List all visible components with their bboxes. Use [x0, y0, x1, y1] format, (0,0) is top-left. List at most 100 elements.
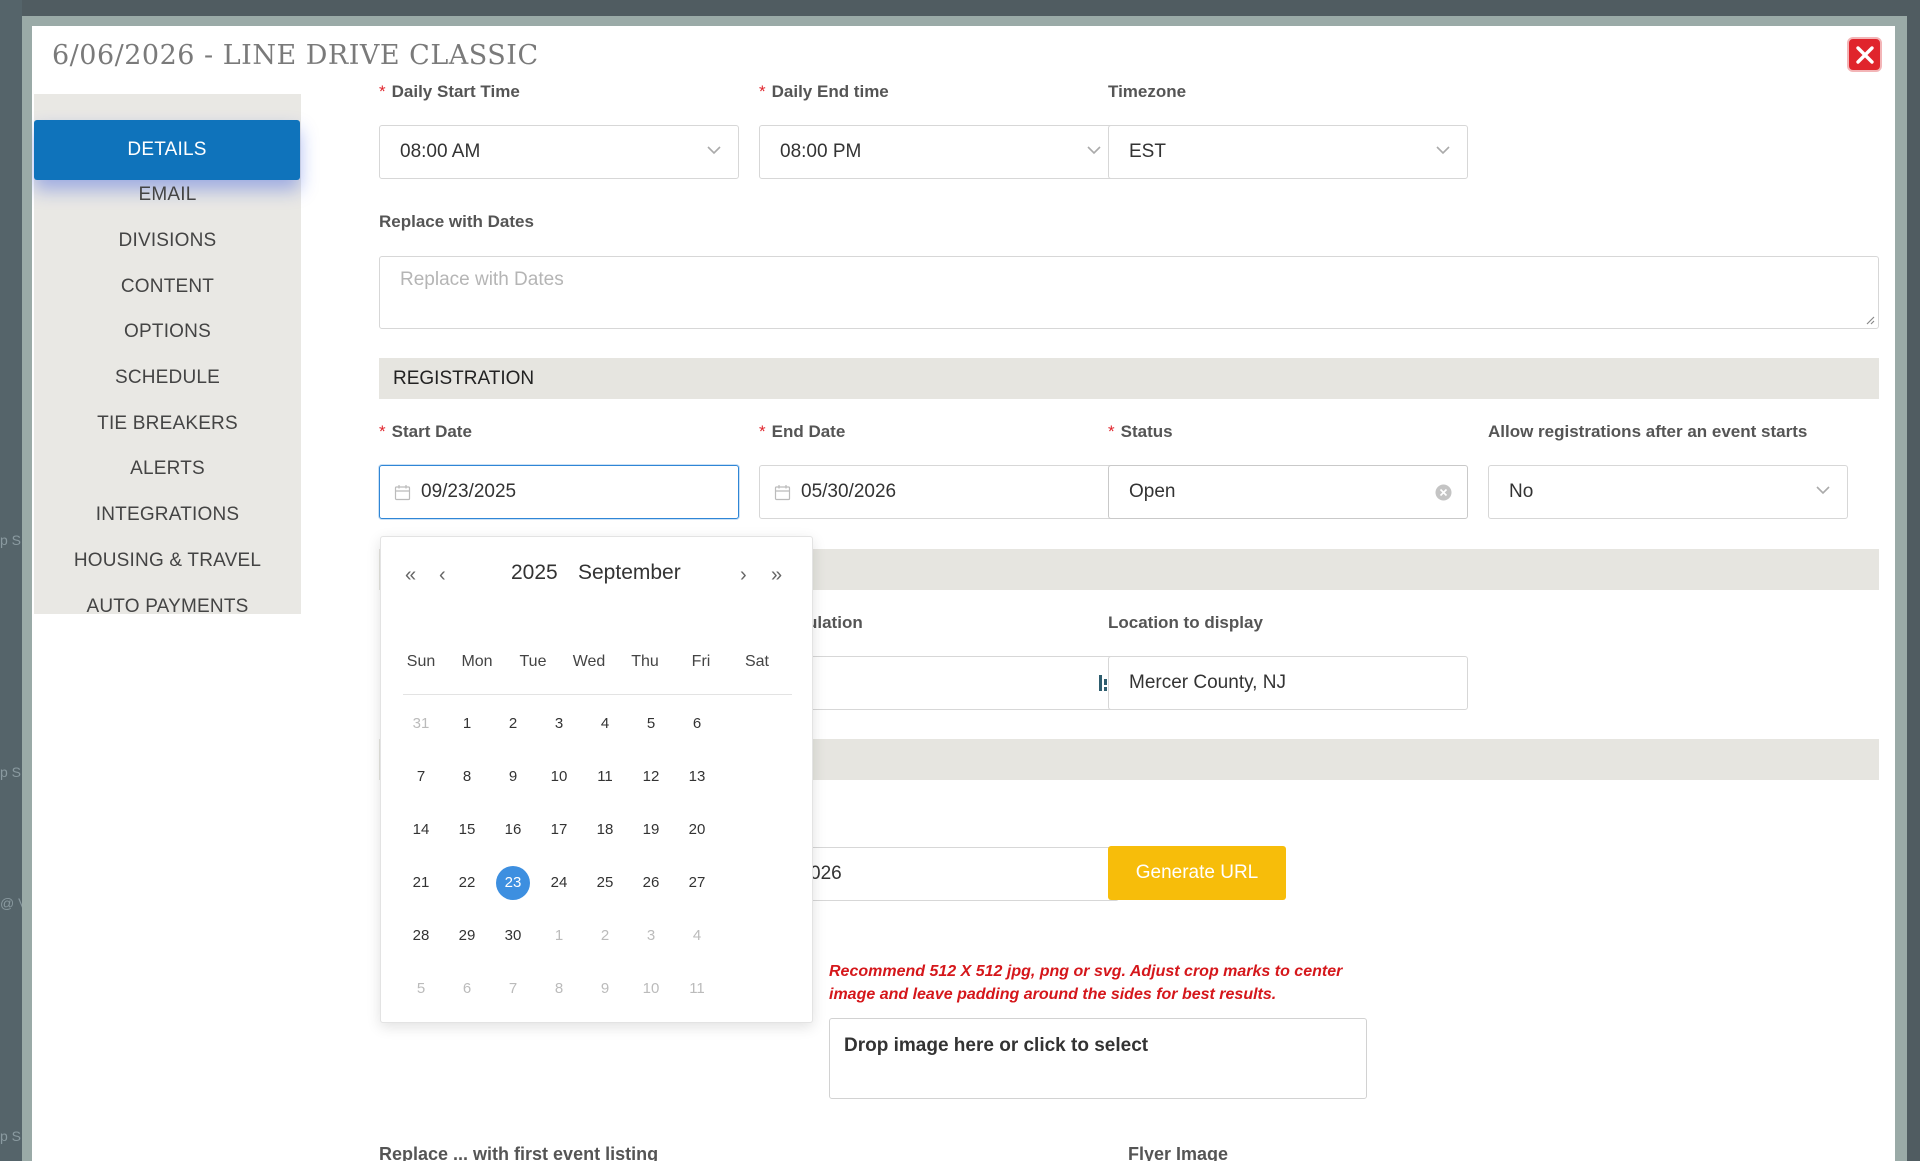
calendar-day[interactable]: 14 — [404, 813, 438, 847]
sidebar-item-content[interactable]: CONTENT — [34, 267, 301, 307]
calendar-day[interactable]: 5 — [634, 707, 668, 741]
calendar-day[interactable]: 20 — [680, 813, 714, 847]
calendar-day[interactable]: 13 — [680, 760, 714, 794]
close-button[interactable] — [1847, 37, 1882, 72]
clear-icon[interactable] — [1435, 484, 1452, 501]
sidebar-item-integrations[interactable]: INTEGRATIONS — [34, 495, 301, 535]
calendar-day[interactable]: 21 — [404, 866, 438, 900]
location-display-input[interactable]: Mercer County, NJ — [1108, 656, 1468, 710]
next-month-button[interactable]: › — [740, 565, 747, 585]
calendar-day[interactable]: 29 — [450, 919, 484, 953]
bottom-left-label: Replace ... with first event listing — [379, 1144, 659, 1161]
status-label: * Status — [1108, 422, 1173, 441]
status-value: Open — [1129, 481, 1176, 502]
calendar-day[interactable]: 10 — [542, 760, 576, 794]
location-lookup-input[interactable] — [759, 656, 1119, 710]
calendar-day[interactable]: 12 — [634, 760, 668, 794]
calendar-day[interactable]: 22 — [450, 866, 484, 900]
location-display-value: Mercer County, NJ — [1129, 672, 1286, 693]
sidebar-item-options[interactable]: OPTIONS — [34, 312, 301, 352]
calendar-month[interactable]: September — [578, 561, 681, 585]
location-display-label: Location to display — [1108, 613, 1263, 632]
sidebar-item-details[interactable]: DETAILS — [34, 120, 300, 180]
end-date-input[interactable]: 05/30/2026 — [759, 465, 1119, 519]
calendar-day[interactable]: 8 — [542, 972, 576, 1006]
calendar-day[interactable]: 23 — [496, 866, 530, 900]
calendar-day[interactable]: 4 — [680, 919, 714, 953]
url-input[interactable]: 026 — [759, 847, 1119, 901]
date-picker-header: « ‹ 2025 September › » — [381, 537, 814, 609]
calendar-day[interactable]: 7 — [404, 760, 438, 794]
calendar-day[interactable]: 7 — [496, 972, 530, 1006]
calendar-day[interactable]: 1 — [450, 707, 484, 741]
sidebar-item-tie-breakers[interactable]: TIE BREAKERS — [34, 404, 301, 444]
weekday-header: Wed — [572, 653, 606, 670]
calendar-day[interactable]: 9 — [496, 760, 530, 794]
backdrop-text: p S — [0, 1128, 22, 1144]
calendar-day[interactable]: 24 — [542, 866, 576, 900]
calendar-day[interactable]: 27 — [680, 866, 714, 900]
prev-month-button[interactable]: ‹ — [439, 565, 446, 585]
calendar-day[interactable]: 1 — [542, 919, 576, 953]
url-partial-value: 026 — [810, 863, 842, 884]
calendar-day[interactable]: 3 — [542, 707, 576, 741]
calendar-day[interactable]: 19 — [634, 813, 668, 847]
start-date-input[interactable]: 09/23/2025 — [379, 465, 739, 519]
calendar-day[interactable]: 11 — [588, 760, 622, 794]
timezone-value: EST — [1129, 141, 1166, 162]
calendar-day[interactable]: 26 — [634, 866, 668, 900]
sidebar-item-auto-payments[interactable]: AUTO PAYMENTS — [34, 587, 301, 627]
allow-registrations-select[interactable]: No — [1488, 465, 1848, 519]
event-modal: 6/06/2026 - LINE DRIVE CLASSIC DETAILS E… — [32, 26, 1895, 1161]
daily-end-label: * Daily End time — [759, 82, 889, 101]
close-x-icon — [1855, 45, 1874, 64]
timezone-select[interactable]: EST — [1108, 125, 1468, 179]
calendar-day[interactable]: 4 — [588, 707, 622, 741]
resize-grip-icon[interactable] — [1865, 315, 1875, 325]
start-date-value: 09/23/2025 — [421, 481, 517, 502]
date-picker-popup: « ‹ 2025 September › » Sun Mon Tue Wed T… — [380, 536, 813, 1023]
status-select[interactable]: Open — [1108, 465, 1468, 519]
sidebar-nav: DETAILS EMAIL DIVISIONS CONTENT OPTIONS … — [34, 94, 301, 617]
calendar-day[interactable]: 28 — [404, 919, 438, 953]
location-partial-label: ulation — [807, 613, 863, 632]
calendar-day[interactable]: 9 — [588, 972, 622, 1006]
calendar-day[interactable]: 25 — [588, 866, 622, 900]
weekday-header: Tue — [519, 653, 547, 670]
weekday-header: Thu — [631, 653, 659, 670]
sidebar-item-schedule[interactable]: SCHEDULE — [34, 358, 301, 398]
sidebar-item-divisions[interactable]: DIVISIONS — [34, 221, 301, 261]
calendar-day[interactable]: 15 — [450, 813, 484, 847]
backdrop-strip — [0, 0, 22, 1161]
calendar-year[interactable]: 2025 — [511, 561, 558, 585]
weekday-header: Mon — [461, 653, 493, 670]
calendar-day[interactable]: 10 — [634, 972, 668, 1006]
end-date-label: * End Date — [759, 422, 846, 441]
calendar-day[interactable]: 6 — [680, 707, 714, 741]
prev-year-button[interactable]: « — [405, 565, 416, 585]
sidebar-item-email[interactable]: EMAIL — [34, 175, 301, 215]
chevron-down-icon — [707, 146, 721, 155]
daily-end-select[interactable]: 08:00 PM — [759, 125, 1119, 179]
replace-dates-textarea[interactable]: Replace with Dates — [379, 256, 1879, 329]
calendar-day[interactable]: 17 — [542, 813, 576, 847]
generate-url-button[interactable]: Generate URL — [1108, 846, 1286, 900]
calendar-day[interactable]: 11 — [680, 972, 714, 1006]
calendar-day[interactable]: 2 — [496, 707, 530, 741]
calendar-day[interactable]: 5 — [404, 972, 438, 1006]
calendar-day[interactable]: 3 — [634, 919, 668, 953]
calendar-day[interactable]: 30 — [496, 919, 530, 953]
sidebar-item-alerts[interactable]: ALERTS — [34, 449, 301, 489]
image-dropzone[interactable]: Drop image here or click to select — [829, 1018, 1367, 1099]
timezone-label: Timezone — [1108, 82, 1187, 101]
calendar-day[interactable]: 31 — [404, 707, 438, 741]
calendar-day[interactable]: 18 — [588, 813, 622, 847]
sidebar-item-housing-travel[interactable]: HOUSING & TRAVEL — [34, 541, 301, 581]
daily-start-select[interactable]: 08:00 AM — [379, 125, 739, 179]
calendar-day[interactable]: 6 — [450, 972, 484, 1006]
replace-dates-label: Replace with Dates — [379, 212, 534, 231]
calendar-day[interactable]: 8 — [450, 760, 484, 794]
next-year-button[interactable]: » — [771, 565, 782, 585]
calendar-day[interactable]: 16 — [496, 813, 530, 847]
calendar-day[interactable]: 2 — [588, 919, 622, 953]
